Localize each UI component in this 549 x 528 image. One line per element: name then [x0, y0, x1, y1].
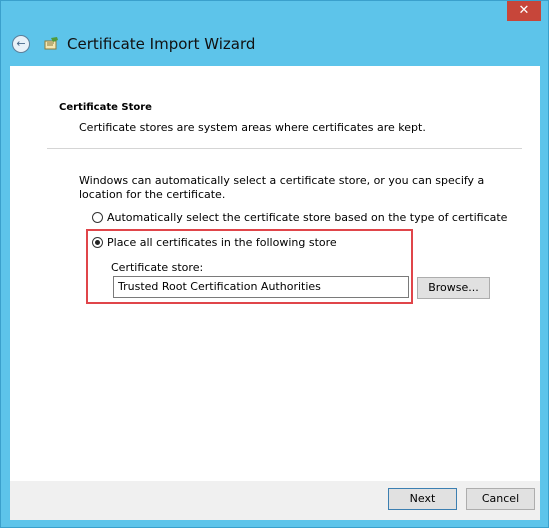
cancel-button[interactable]: Cancel [466, 488, 535, 510]
radio-place-indicator[interactable] [92, 237, 103, 248]
radio-auto-label: Automatically select the certificate sto… [107, 211, 508, 224]
certificate-store-field[interactable]: Trusted Root Certification Authorities [113, 276, 409, 298]
wizard-window: ✕ ← Certificate Import Wizard Certificat… [0, 0, 549, 528]
radio-place-label: Place all certificates in the following … [107, 236, 337, 249]
section-title: Certificate Store [59, 102, 152, 113]
close-button[interactable]: ✕ [507, 1, 541, 21]
wizard-footer [10, 481, 540, 520]
radio-auto-select[interactable]: Automatically select the certificate sto… [92, 211, 507, 224]
browse-button[interactable]: Browse... [417, 277, 490, 299]
next-button[interactable]: Next [388, 488, 457, 510]
wizard-title: Certificate Import Wizard [67, 35, 256, 53]
section-description: Certificate stores are system areas wher… [79, 121, 426, 134]
close-icon: ✕ [518, 3, 530, 18]
radio-auto-indicator[interactable] [92, 212, 103, 223]
divider [47, 148, 522, 149]
certificate-store-label: Certificate store: [111, 261, 204, 274]
intro-text: Windows can automatically select a certi… [79, 174, 485, 201]
wizard-header: ← Certificate Import Wizard [10, 29, 539, 61]
certificate-wizard-icon [44, 37, 58, 50]
wizard-content: Certificate Store Certificate stores are… [10, 66, 540, 481]
radio-place-in-store[interactable]: Place all certificates in the following … [92, 236, 337, 249]
back-arrow-icon[interactable]: ← [12, 35, 30, 53]
